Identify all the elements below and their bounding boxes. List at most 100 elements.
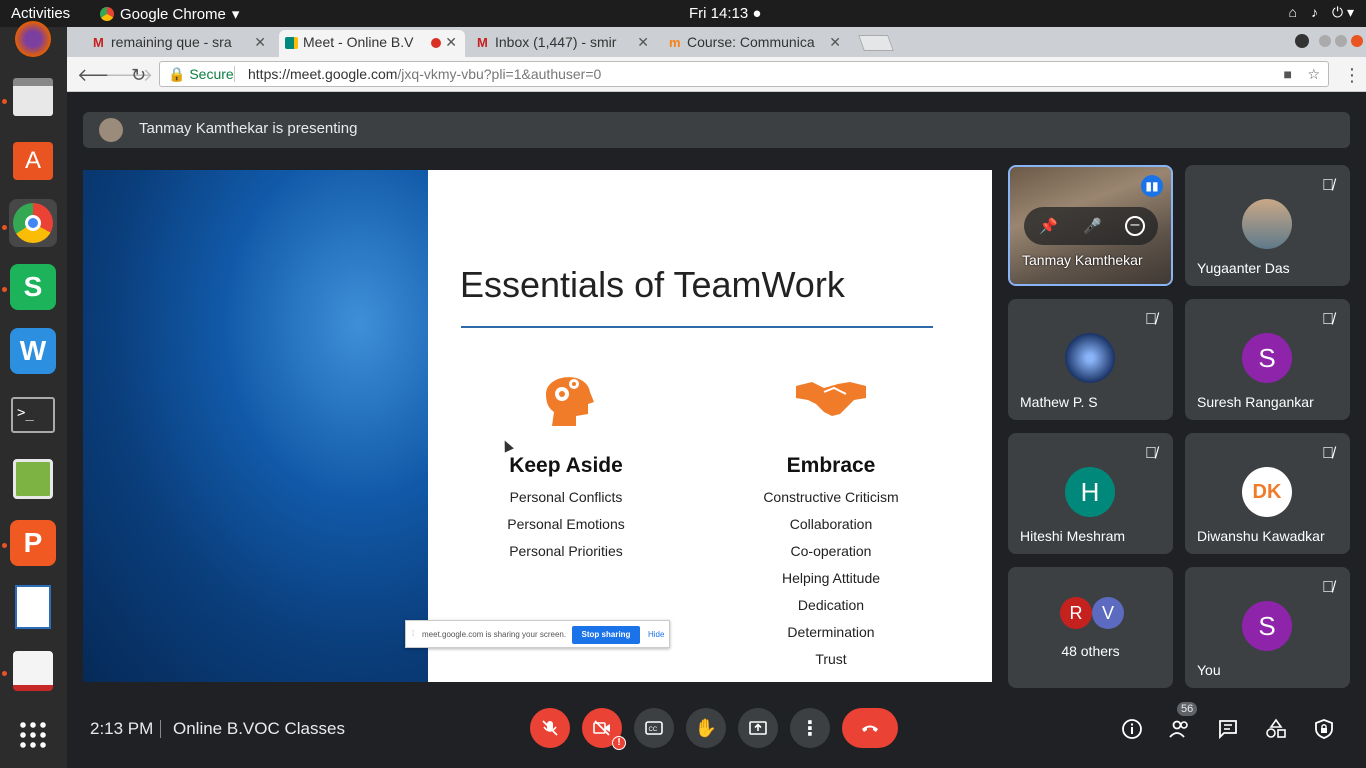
hide-notice-button[interactable]: Hide xyxy=(648,630,664,639)
doc-viewer-launcher[interactable] xyxy=(9,647,57,695)
spreadsheet-launcher[interactable]: S xyxy=(9,263,57,311)
share-notice-text: meet.google.com is sharing your screen. xyxy=(422,630,567,639)
browser-tab[interactable]: M Inbox (1,447) - smir ✕ xyxy=(471,30,657,57)
browser-tab-active[interactable]: Meet - Online B.V ✕ xyxy=(279,30,465,57)
chrome-dock-icon xyxy=(13,203,53,243)
meeting-time: 2:13 PM xyxy=(90,719,154,738)
tab-close-icon[interactable]: ✕ xyxy=(254,30,266,55)
camera-toggle-button[interactable]: ! xyxy=(582,708,626,750)
presenting-text: Tanmay Kamthekar is presenting xyxy=(139,120,358,137)
tab-close-icon[interactable]: ✕ xyxy=(637,30,649,55)
show-apps-button[interactable] xyxy=(9,711,57,759)
browser-menu-icon[interactable]: ⋮ xyxy=(1343,65,1361,86)
embrace-item: Determination xyxy=(787,624,875,640)
mute-participant-icon[interactable]: 🎤 xyxy=(1083,217,1102,235)
browser-tab[interactable]: M remaining que - sra ✕ xyxy=(87,30,274,57)
captions-button[interactable]: CC xyxy=(634,708,674,748)
presenting-banner: Tanmay Kamthekar is presenting xyxy=(83,112,1350,148)
participant-name: Diwanshu Kawadkar xyxy=(1197,528,1325,544)
keep-aside-item: Personal Emotions xyxy=(507,516,625,532)
others-tile[interactable]: R V 48 others xyxy=(1008,567,1173,688)
self-avatar: S xyxy=(1242,601,1292,651)
warning-badge-icon: ! xyxy=(612,736,626,750)
clock[interactable]: Fri 14:13 ● xyxy=(689,5,761,22)
camera-off-icon xyxy=(593,720,610,736)
software-launcher[interactable]: A xyxy=(9,137,57,185)
profile-icon[interactable] xyxy=(1295,34,1309,48)
document-viewer-icon xyxy=(13,651,53,691)
embrace-item: Helping Attitude xyxy=(781,570,881,586)
app-menu[interactable]: Google Chrome ▾ xyxy=(100,5,239,23)
volume-icon: ♪ xyxy=(1311,4,1318,20)
meeting-controls-bar: 2:13 PM Online B.VOC Classes ! CC ✋ ⋮ 56 xyxy=(67,698,1366,768)
slide-divider xyxy=(461,326,933,328)
wps-spreadsheet-icon: S xyxy=(10,264,56,310)
files-launcher[interactable] xyxy=(9,73,57,121)
self-tile[interactable]: 🎙̸ S You xyxy=(1185,567,1350,688)
running-indicator xyxy=(2,671,7,676)
participant-name: Tanmay Kamthekar xyxy=(1022,252,1143,268)
captions-icon: CC xyxy=(645,721,663,735)
keep-aside-item: Personal Priorities xyxy=(509,543,623,559)
bookmark-star-icon[interactable]: ☆ xyxy=(1307,62,1320,86)
chat-icon[interactable] xyxy=(1217,718,1239,740)
wps-writer-icon: W xyxy=(10,328,56,374)
minimize-button[interactable] xyxy=(1319,35,1331,47)
camera-icon[interactable]: ■ xyxy=(1284,62,1292,86)
tab-title: Meet - Online B.V xyxy=(303,34,414,50)
bar-divider xyxy=(160,720,161,738)
participant-tile[interactable]: 🎙̸ DK Diwanshu Kawadkar xyxy=(1185,433,1350,554)
chrome-icon xyxy=(100,7,114,21)
drag-handle-icon[interactable]: ⁞ xyxy=(412,629,414,638)
running-indicator xyxy=(2,543,7,548)
omnibox[interactable]: 🔒 Secure https://meet.google.com/jxq-vkm… xyxy=(159,61,1329,87)
reload-button[interactable]: ↻ xyxy=(131,65,146,86)
participant-tile[interactable]: 🎙̸ H Hiteshi Meshram xyxy=(1008,433,1173,554)
libreoffice-launcher[interactable] xyxy=(9,583,57,631)
present-button[interactable] xyxy=(738,708,778,748)
close-window-button[interactable] xyxy=(1351,35,1363,47)
system-tray[interactable]: ⌂ ♪ ⏻ ▾ xyxy=(1289,4,1354,21)
others-count: 48 others xyxy=(1061,643,1120,659)
svg-text:CC: CC xyxy=(649,727,658,733)
remove-participant-icon[interactable]: – xyxy=(1125,216,1145,236)
presentation-launcher[interactable]: P xyxy=(9,519,57,567)
meeting-details-icon[interactable] xyxy=(1121,718,1143,740)
writer-launcher[interactable]: W xyxy=(9,327,57,375)
participant-tile[interactable]: 🎙̸ Yugaanter Das xyxy=(1185,165,1350,286)
participant-tile-presenter[interactable]: ▮▮ 📌 🎤 – Tanmay Kamthekar xyxy=(1008,165,1173,286)
mic-off-icon: 🎙̸ xyxy=(1322,445,1334,462)
browser-tab[interactable]: m Course: Communica ✕ xyxy=(663,30,849,57)
participant-tile[interactable]: 🎙̸ S Suresh Rangankar xyxy=(1185,299,1350,420)
image-viewer-launcher[interactable] xyxy=(9,455,57,503)
terminal-launcher[interactable]: >_ xyxy=(9,391,57,439)
activities-shapes-icon[interactable] xyxy=(1265,718,1287,740)
mic-toggle-button[interactable] xyxy=(530,708,570,748)
participant-name: Mathew P. S xyxy=(1020,394,1098,410)
leave-call-button[interactable] xyxy=(842,708,898,748)
maximize-button[interactable] xyxy=(1335,35,1347,47)
participant-tile[interactable]: 🎙̸ Mathew P. S xyxy=(1008,299,1173,420)
embrace-item: Trust xyxy=(815,651,847,667)
participant-avatar xyxy=(1242,199,1292,249)
chrome-launcher[interactable] xyxy=(9,199,57,247)
raise-hand-button[interactable]: ✋ xyxy=(686,708,726,748)
screen-share-notice: ⁞ meet.google.com is sharing your screen… xyxy=(405,620,670,648)
host-controls-shield-icon[interactable] xyxy=(1313,718,1335,740)
wps-presentation-icon: P xyxy=(10,520,56,566)
mic-off-icon: 🎙̸ xyxy=(1145,311,1157,328)
participant-avatar: S xyxy=(1242,333,1292,383)
gmail-icon: M xyxy=(477,35,488,50)
present-screen-icon xyxy=(749,721,767,735)
people-button[interactable]: 56 xyxy=(1169,702,1198,740)
pin-icon[interactable]: 📌 xyxy=(1039,217,1058,235)
new-tab-button[interactable] xyxy=(858,35,894,51)
embrace-column: Embrace Constructive Criticism Collabora… xyxy=(721,364,941,667)
stop-sharing-button[interactable]: Stop sharing xyxy=(572,626,640,644)
firefox-launcher[interactable] xyxy=(9,15,57,63)
tab-close-icon[interactable]: ✕ xyxy=(829,30,841,55)
secure-indicator: 🔒 Secure xyxy=(168,66,234,82)
more-options-button[interactable]: ⋮ xyxy=(790,708,830,748)
participant-avatar: H xyxy=(1065,467,1115,517)
tab-close-icon[interactable]: ✕ xyxy=(445,30,457,55)
